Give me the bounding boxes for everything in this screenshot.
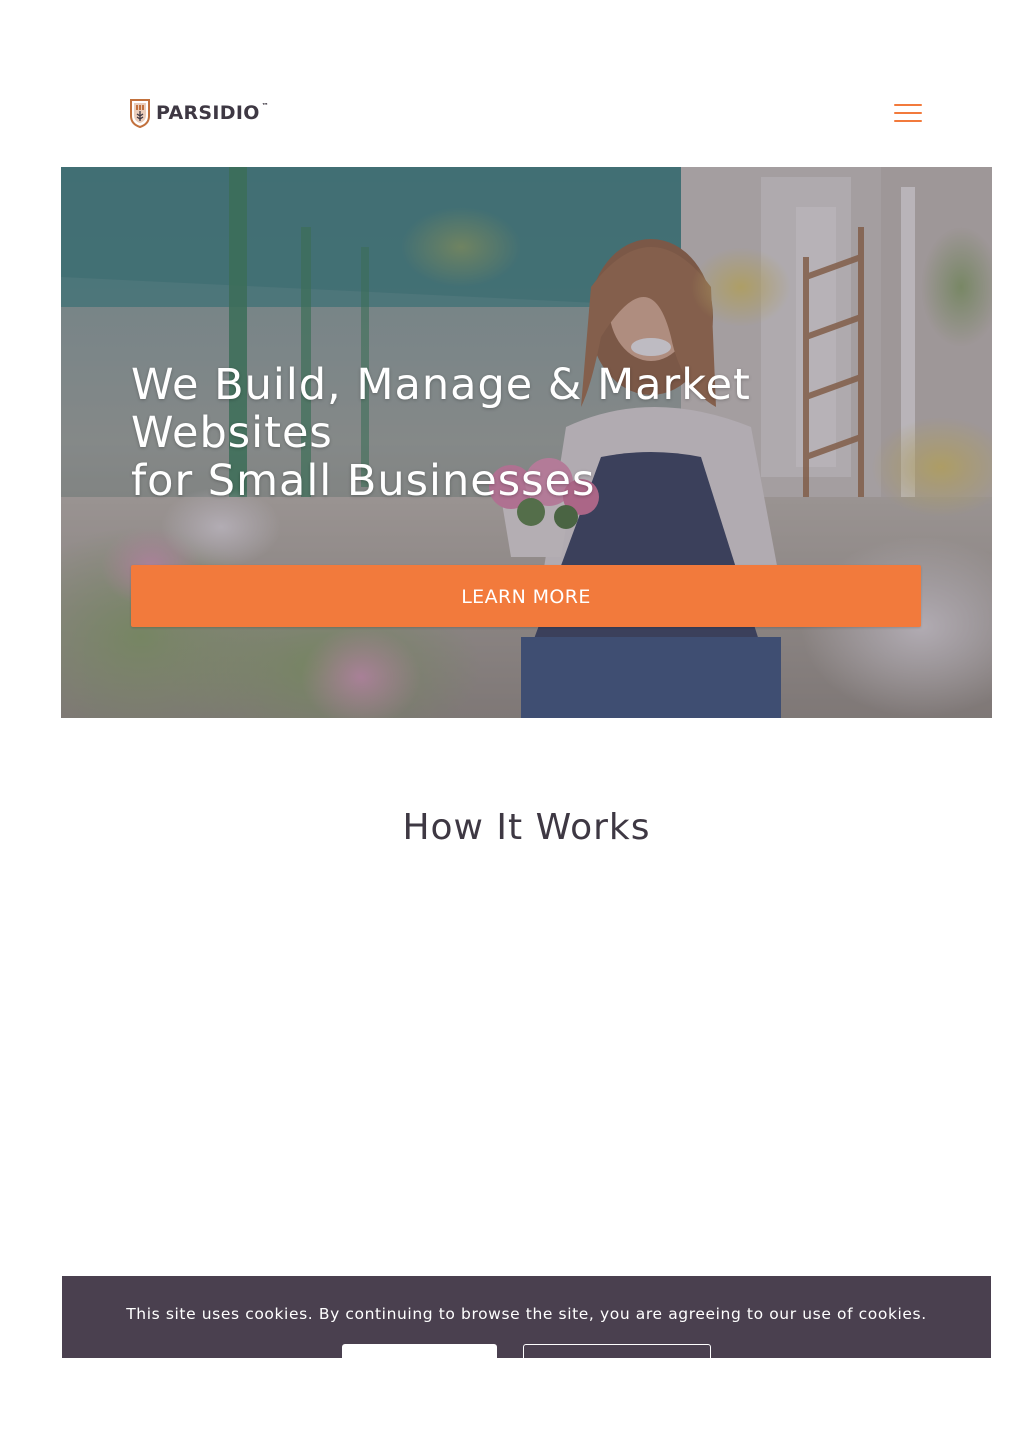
- hero-section: We Build, Manage & Market Websites for S…: [61, 167, 992, 718]
- cookie-more-info-button[interactable]: [523, 1344, 711, 1358]
- hero-title-line-2: Websites: [131, 408, 333, 458]
- hero-title: We Build, Manage & Market Websites for S…: [131, 361, 831, 505]
- cookie-banner: This site uses cookies. By continuing to…: [62, 1276, 991, 1358]
- hero-title-line-1: We Build, Manage & Market: [131, 360, 751, 410]
- page: PARSIDIO ™ We Build, Manage & Market Web…: [0, 0, 1024, 1449]
- hamburger-menu-button[interactable]: [893, 102, 923, 124]
- cookie-message: This site uses cookies. By continuing to…: [126, 1305, 927, 1323]
- learn-more-button[interactable]: LEARN MORE: [131, 565, 921, 627]
- hero-title-line-3: for Small Businesses: [131, 456, 596, 506]
- logo-text: PARSIDIO: [156, 102, 260, 124]
- logo-link[interactable]: PARSIDIO ™: [130, 98, 269, 128]
- site-header: PARSIDIO ™: [0, 0, 1024, 167]
- shield-icon: [130, 98, 150, 128]
- cookie-accept-button[interactable]: [342, 1344, 497, 1358]
- logo-trademark: ™: [261, 102, 269, 110]
- how-it-works-title: How It Works: [402, 807, 651, 848]
